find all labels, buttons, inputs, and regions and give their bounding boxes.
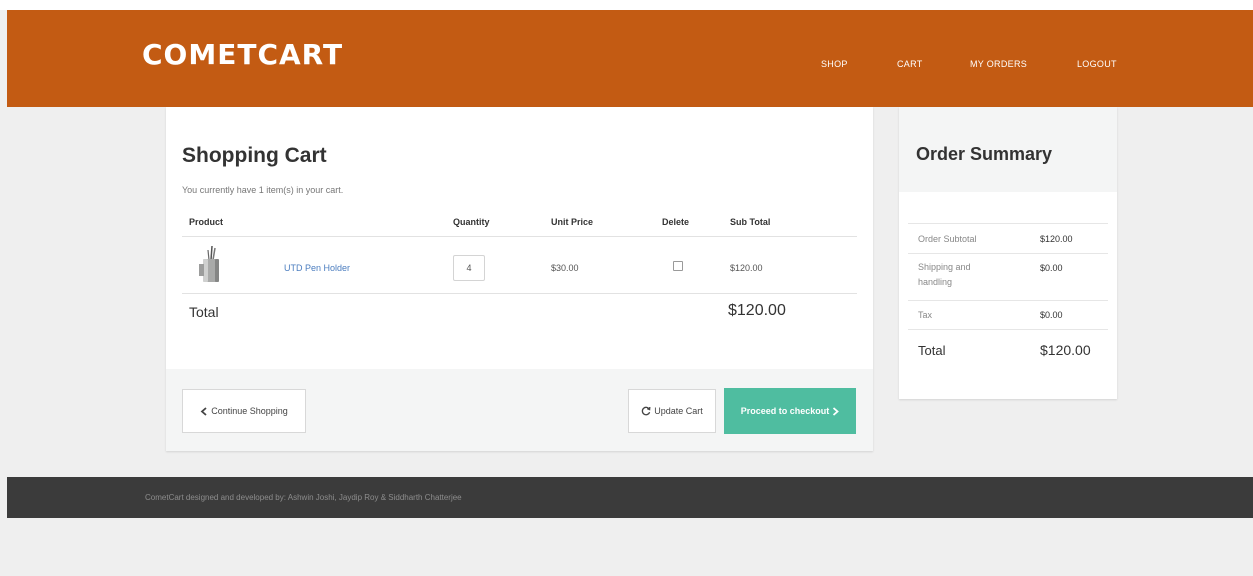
column-header-quantity: Quantity [453, 217, 490, 227]
page-footer: CometCart designed and developed by: Ash… [7, 477, 1253, 518]
header-divider [182, 236, 857, 237]
cart-total-label: Total [189, 304, 219, 320]
delete-checkbox[interactable] [673, 261, 683, 271]
summary-divider [908, 300, 1108, 301]
navbar: COMETCART SHOP CART MY ORDERS LOGOUT [7, 10, 1253, 107]
shipping-label: Shipping and handling [918, 262, 971, 287]
chevron-right-icon [833, 406, 840, 416]
top-gap [0, 0, 1253, 10]
tax-label: Tax [918, 310, 933, 320]
summary-divider [908, 329, 1108, 330]
column-header-subtotal: Sub Total [730, 217, 771, 227]
continue-shopping-button[interactable]: Continue Shopping [182, 389, 306, 433]
cart-actions: Continue Shopping Update Cart Proceed to… [166, 369, 873, 451]
tax-value: $0.00 [1040, 310, 1063, 320]
cart-panel: Shopping Cart You currently have 1 item(… [166, 107, 873, 451]
column-header-unit-price: Unit Price [551, 217, 594, 227]
cart-total-value: $120.00 [728, 302, 786, 319]
row-divider [182, 293, 857, 294]
order-summary-title: Order Summary [916, 144, 1053, 164]
update-cart-label: Update Cart [654, 406, 703, 416]
footer-credits: CometCart designed and developed by: Ash… [145, 493, 462, 502]
order-subtotal-label: Order Subtotal [918, 234, 977, 244]
product-link[interactable]: UTD Pen Holder [284, 263, 350, 273]
nav-shop[interactable]: SHOP [821, 59, 848, 69]
order-subtotal-value: $120.00 [1040, 234, 1073, 244]
proceed-to-checkout-label: Proceed to checkout [740, 406, 830, 416]
column-header-delete: Delete [662, 217, 690, 227]
summary-divider [908, 253, 1108, 254]
unit-price: $30.00 [551, 263, 579, 273]
summary-total-label: Total [918, 343, 946, 358]
nav-cart[interactable]: CART [897, 59, 923, 69]
chevron-left-icon [200, 406, 207, 416]
order-summary-header: Order Summary [899, 107, 1117, 192]
cart-count-text: You currently have 1 item(s) in your car… [182, 185, 344, 195]
continue-shopping-label: Continue Shopping [211, 406, 288, 416]
row-subtotal: $120.00 [730, 263, 763, 273]
summary-total-value: $120.00 [1040, 342, 1091, 358]
brand-logo[interactable]: COMETCART [142, 38, 343, 71]
update-cart-button[interactable]: Update Cart [628, 389, 716, 433]
summary-divider [908, 223, 1108, 224]
refresh-icon [641, 406, 651, 416]
nav-logout[interactable]: LOGOUT [1077, 59, 1117, 69]
column-header-product: Product [189, 217, 224, 227]
pen-holder-image [199, 245, 219, 282]
order-summary-panel: Order Summary Order Subtotal $120.00 Shi… [899, 107, 1117, 399]
nav-my-orders[interactable]: MY ORDERS [970, 59, 1027, 69]
page-title: Shopping Cart [182, 144, 327, 167]
shipping-value: $0.00 [1040, 263, 1063, 273]
quantity-input[interactable] [453, 255, 485, 281]
proceed-to-checkout-button[interactable]: Proceed to checkout [724, 388, 856, 434]
